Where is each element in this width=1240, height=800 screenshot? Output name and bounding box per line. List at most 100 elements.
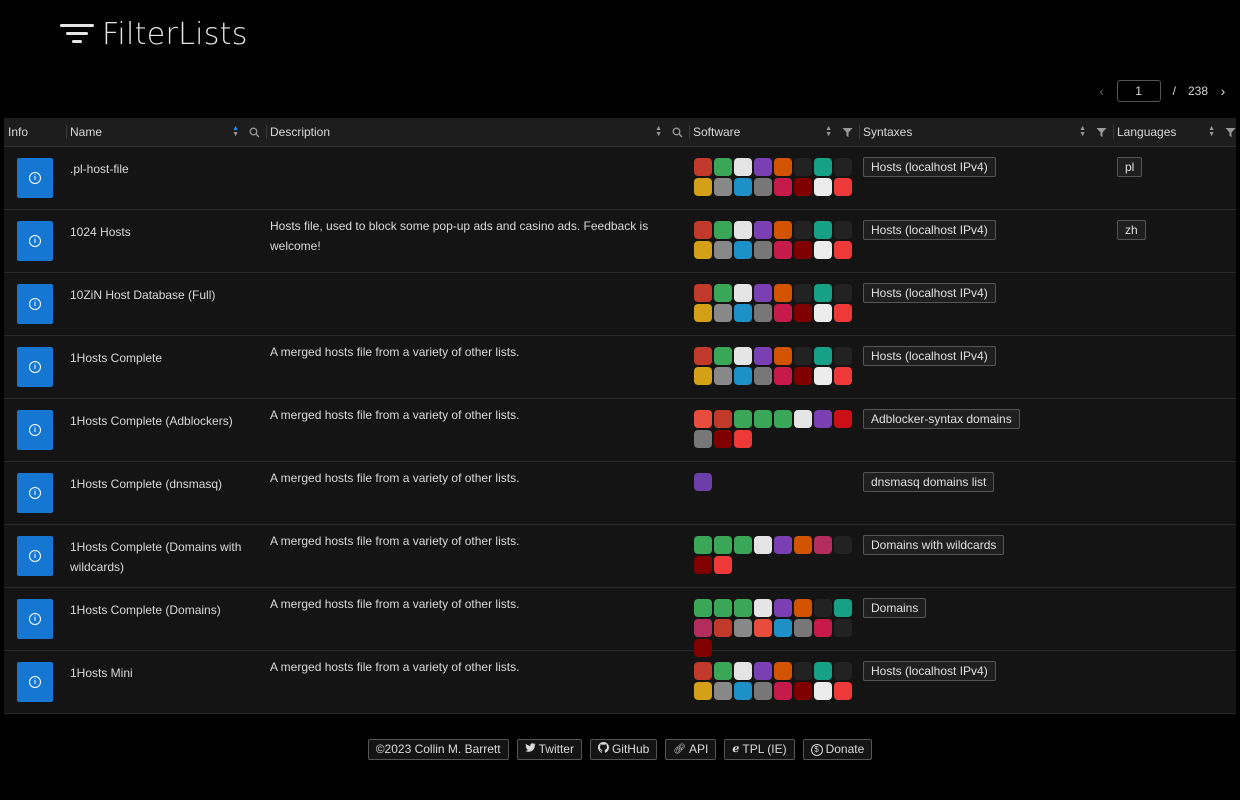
adblock-icon[interactable] bbox=[694, 410, 712, 428]
list-name[interactable]: .pl-host-file bbox=[70, 159, 262, 179]
pfblocker-icon[interactable] bbox=[754, 367, 772, 385]
raspberry-icon[interactable] bbox=[814, 619, 832, 637]
ublock-icon[interactable] bbox=[714, 430, 732, 448]
adaway-icon[interactable] bbox=[694, 536, 712, 554]
syntax-tag[interactable]: Hosts (localhost IPv4) bbox=[863, 346, 996, 366]
adguard-icon[interactable] bbox=[714, 536, 732, 554]
adguard-icon[interactable] bbox=[754, 410, 772, 428]
pihole-icon[interactable] bbox=[754, 599, 772, 617]
syntax-tag[interactable]: Adblocker-syntax domains bbox=[863, 409, 1020, 429]
dnsmasq-icon[interactable] bbox=[834, 599, 852, 617]
privoxy-icon[interactable] bbox=[754, 221, 772, 239]
phone-icon[interactable] bbox=[794, 221, 812, 239]
pfblocker-icon[interactable] bbox=[754, 682, 772, 700]
vivaldi-icon[interactable] bbox=[734, 430, 752, 448]
privoxy-icon[interactable] bbox=[754, 158, 772, 176]
list-name[interactable]: 10ZiN Host Database (Full) bbox=[70, 285, 262, 305]
prev-page-icon[interactable]: ‹ bbox=[1095, 83, 1109, 99]
list-name[interactable]: 1Hosts Complete (Domains) bbox=[70, 600, 262, 620]
dnsmasq-icon[interactable] bbox=[814, 662, 832, 680]
adaway-icon[interactable] bbox=[714, 158, 732, 176]
vivaldi-icon[interactable] bbox=[834, 304, 852, 322]
personaldns-icon[interactable] bbox=[734, 178, 752, 196]
raspberry-icon[interactable] bbox=[774, 367, 792, 385]
phone-icon[interactable] bbox=[794, 158, 812, 176]
dnsmasq-icon[interactable] bbox=[814, 284, 832, 302]
blokada-icon[interactable] bbox=[774, 284, 792, 302]
blokada-icon[interactable] bbox=[774, 221, 792, 239]
syntax-tag[interactable]: dnsmasq domains list bbox=[863, 472, 995, 492]
hostsman-icon[interactable] bbox=[834, 284, 852, 302]
mask-icon[interactable] bbox=[834, 619, 852, 637]
column-languages[interactable]: Languages ▲ ▼ bbox=[1113, 118, 1236, 146]
hostsfile-editor-icon[interactable] bbox=[694, 178, 712, 196]
pfblocker-icon[interactable] bbox=[694, 430, 712, 448]
vivaldi-icon[interactable] bbox=[834, 367, 852, 385]
hostsman-icon[interactable] bbox=[834, 662, 852, 680]
gas-mask-icon[interactable] bbox=[734, 619, 752, 637]
info-button[interactable]: i bbox=[17, 599, 53, 639]
hostsman-icon[interactable] bbox=[834, 347, 852, 365]
dnscrypt-icon[interactable] bbox=[694, 662, 712, 680]
syntax-tag[interactable]: Domains with wildcards bbox=[863, 535, 1005, 555]
dnscrypt-icon[interactable] bbox=[694, 347, 712, 365]
syntax-tag[interactable]: Hosts (localhost IPv4) bbox=[863, 220, 996, 240]
column-description[interactable]: Description ▲ ▼ bbox=[266, 118, 689, 146]
next-page-icon[interactable]: › bbox=[1216, 83, 1230, 99]
hostsfile-editor-icon[interactable] bbox=[694, 682, 712, 700]
dnsmasq-icon[interactable] bbox=[814, 347, 832, 365]
pihole-icon[interactable] bbox=[754, 536, 772, 554]
pihole-icon[interactable] bbox=[734, 347, 752, 365]
hostsfile-editor-icon[interactable] bbox=[694, 241, 712, 259]
pfblocker-icon[interactable] bbox=[754, 178, 772, 196]
list-name[interactable]: 1Hosts Complete (dnsmasq) bbox=[70, 474, 262, 494]
raspberry-icon[interactable] bbox=[774, 241, 792, 259]
dnscrypt-icon[interactable] bbox=[694, 221, 712, 239]
api-button[interactable]: 🔗︎ API bbox=[665, 739, 717, 760]
adguard-home-icon[interactable] bbox=[734, 536, 752, 554]
hosts-editor-icon[interactable] bbox=[814, 241, 832, 259]
sort-icon[interactable]: ▲ ▼ bbox=[1079, 125, 1086, 138]
ublock-icon[interactable] bbox=[794, 682, 812, 700]
info-button[interactable]: i bbox=[17, 662, 53, 702]
list-name[interactable]: 1Hosts Mini bbox=[70, 663, 262, 683]
info-button[interactable]: i bbox=[17, 221, 53, 261]
dnsmasq-icon[interactable] bbox=[814, 158, 832, 176]
phone-icon[interactable] bbox=[814, 599, 832, 617]
info-button[interactable]: i bbox=[17, 410, 53, 450]
github-button[interactable]: GitHub bbox=[589, 739, 658, 760]
personaldns-icon[interactable] bbox=[734, 682, 752, 700]
adaway-icon[interactable] bbox=[714, 662, 732, 680]
column-syntaxes[interactable]: Syntaxes ▲ ▼ bbox=[859, 118, 1113, 146]
hostsman-icon[interactable] bbox=[834, 221, 852, 239]
hosts-editor-icon[interactable] bbox=[814, 178, 832, 196]
privoxy-icon[interactable] bbox=[774, 599, 792, 617]
adaway-icon[interactable] bbox=[714, 221, 732, 239]
dnscrypt-icon[interactable] bbox=[694, 284, 712, 302]
hostsfile-editor-icon[interactable] bbox=[694, 367, 712, 385]
gas-mask-icon[interactable] bbox=[714, 682, 732, 700]
pihole-icon[interactable] bbox=[734, 662, 752, 680]
blokada-icon[interactable] bbox=[774, 662, 792, 680]
pihole-icon[interactable] bbox=[734, 158, 752, 176]
ublock-icon[interactable] bbox=[794, 178, 812, 196]
vivaldi-icon[interactable] bbox=[834, 241, 852, 259]
hosts-editor-icon[interactable] bbox=[814, 304, 832, 322]
privoxy-icon[interactable] bbox=[754, 284, 772, 302]
info-button[interactable]: i bbox=[17, 473, 53, 513]
ublock-icon[interactable] bbox=[694, 556, 712, 574]
mask-icon[interactable] bbox=[834, 536, 852, 554]
adaway-icon[interactable] bbox=[734, 410, 752, 428]
hosts-editor-icon[interactable] bbox=[814, 367, 832, 385]
language-tag[interactable]: pl bbox=[1117, 157, 1143, 177]
littlesnitch-icon[interactable] bbox=[694, 619, 712, 637]
syntax-tag[interactable]: Hosts (localhost IPv4) bbox=[863, 283, 996, 303]
list-name[interactable]: 1Hosts Complete (Domains with wildcards) bbox=[70, 537, 262, 577]
littlesnitch-icon[interactable] bbox=[814, 536, 832, 554]
sort-icon[interactable]: ▲ ▼ bbox=[655, 125, 662, 138]
search-icon[interactable] bbox=[672, 127, 683, 138]
filter-funnel-icon[interactable] bbox=[1096, 127, 1107, 138]
privoxy-icon[interactable] bbox=[774, 536, 792, 554]
phone-icon[interactable] bbox=[794, 347, 812, 365]
language-tag[interactable]: zh bbox=[1117, 220, 1146, 240]
